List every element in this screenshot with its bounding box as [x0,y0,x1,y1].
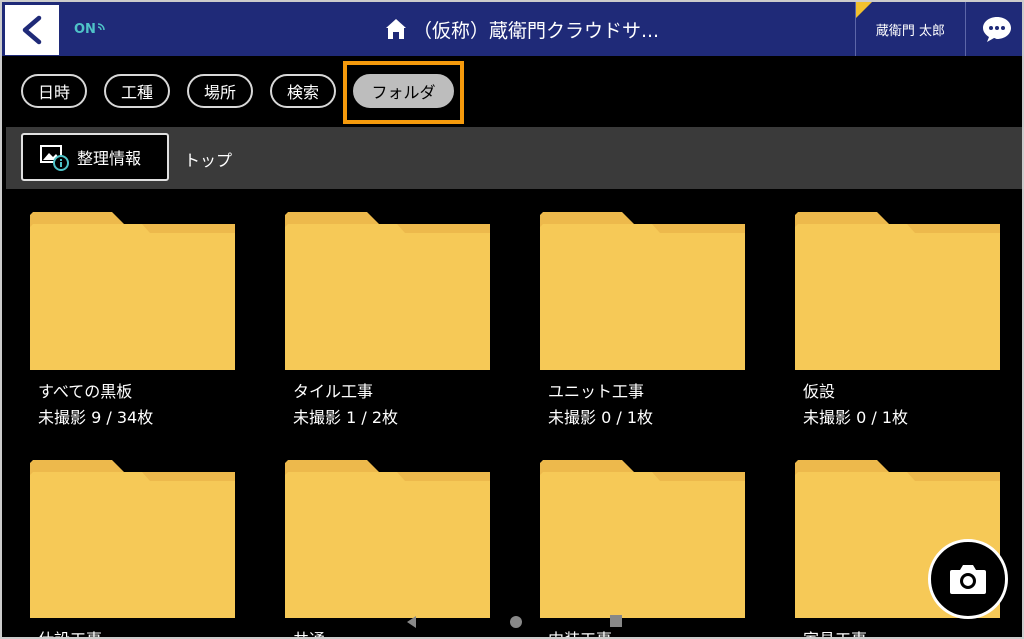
home-icon [385,18,407,40]
folder-item[interactable]: タイル工事 未撮影 1 / 2枚 [285,212,490,432]
nav-home-icon[interactable] [508,614,524,630]
user-account[interactable]: 蔵衛門 太郎 [855,2,966,56]
folder-count: 未撮影 0 / 1枚 [803,408,909,427]
folder-item[interactable]: 仮設 未撮影 0 / 1枚 [795,212,1000,432]
folder-item[interactable]: すべての黒板 未撮影 9 / 34枚 [30,212,235,432]
folder-icon [30,460,235,618]
tab-folder[interactable]: フォルダ [353,74,454,108]
tab-work-type[interactable]: 工種 [104,74,170,108]
header-bar: ON （仮称）蔵衛門クラウドサ... 蔵衛門 太郎 [2,2,1022,56]
folder-count: 未撮影 9 / 34枚 [38,408,154,427]
folder-count: 未撮影 1 / 2枚 [293,408,399,427]
organize-info-button[interactable]: 整理情報 [21,133,169,181]
chat-button[interactable] [967,2,1022,56]
camera-icon [950,565,986,594]
folder-icon [285,212,490,370]
folder-name: ユニット工事 [548,382,645,401]
app-screen: ON （仮称）蔵衛門クラウドサ... 蔵衛門 太郎 日時 工種 場所 検索 フォ… [0,0,1024,639]
title-area[interactable]: （仮称）蔵衛門クラウドサ... [302,2,742,56]
camera-button[interactable] [928,539,1008,619]
folder-count: 未撮影 0 / 1枚 [548,408,654,427]
folder-name: 内装工事 [548,626,612,637]
folder-name: タイル工事 [293,382,374,401]
chevron-left-icon [22,15,42,45]
tab-location[interactable]: 場所 [187,74,253,108]
user-corner-marker [856,2,872,18]
folder-icon [540,212,745,370]
user-name: 蔵衛門 太郎 [875,23,946,39]
folder-item[interactable]: ユニット工事 未撮影 0 / 1枚 [540,212,745,432]
organize-info-label: 整理情報 [77,149,142,168]
tab-datetime[interactable]: 日時 [21,74,87,108]
folder-item[interactable]: 共通 [285,460,490,637]
filter-tabs: 日時 工種 場所 検索 フォルダ [2,56,1022,126]
photo-info-icon [40,145,69,171]
folder-name: 仮設 [803,382,836,401]
connection-status: ON [74,22,107,37]
folder-icon [30,212,235,370]
folder-icon [795,212,1000,370]
folder-grid: すべての黒板 未撮影 9 / 34枚 タイル工事 未撮影 1 / 2枚 ユニット… [2,190,1022,637]
folder-icon [285,460,490,618]
folder-item[interactable]: 仕設工事 [30,460,235,637]
folder-name: すべての黒板 [38,382,133,401]
tab-search[interactable]: 検索 [270,74,336,108]
nav-back-icon[interactable] [404,614,418,630]
folder-item[interactable]: 内装工事 [540,460,745,637]
folder-name: 家具工事 [803,626,867,637]
folder-name: 仕設工事 [38,626,102,637]
path-bar: 整理情報 トップ [6,127,1022,189]
nav-recents-icon[interactable] [609,614,623,628]
page-title: （仮称）蔵衛門クラウドサ... [412,19,660,42]
connection-status-label: ON [74,22,96,37]
back-button[interactable] [5,5,59,55]
folder-name: 共通 [293,626,325,637]
wifi-signal-icon [97,23,105,31]
breadcrumb[interactable]: トップ [184,147,232,171]
chat-bubble-icon [982,17,1011,42]
folder-icon [540,460,745,618]
